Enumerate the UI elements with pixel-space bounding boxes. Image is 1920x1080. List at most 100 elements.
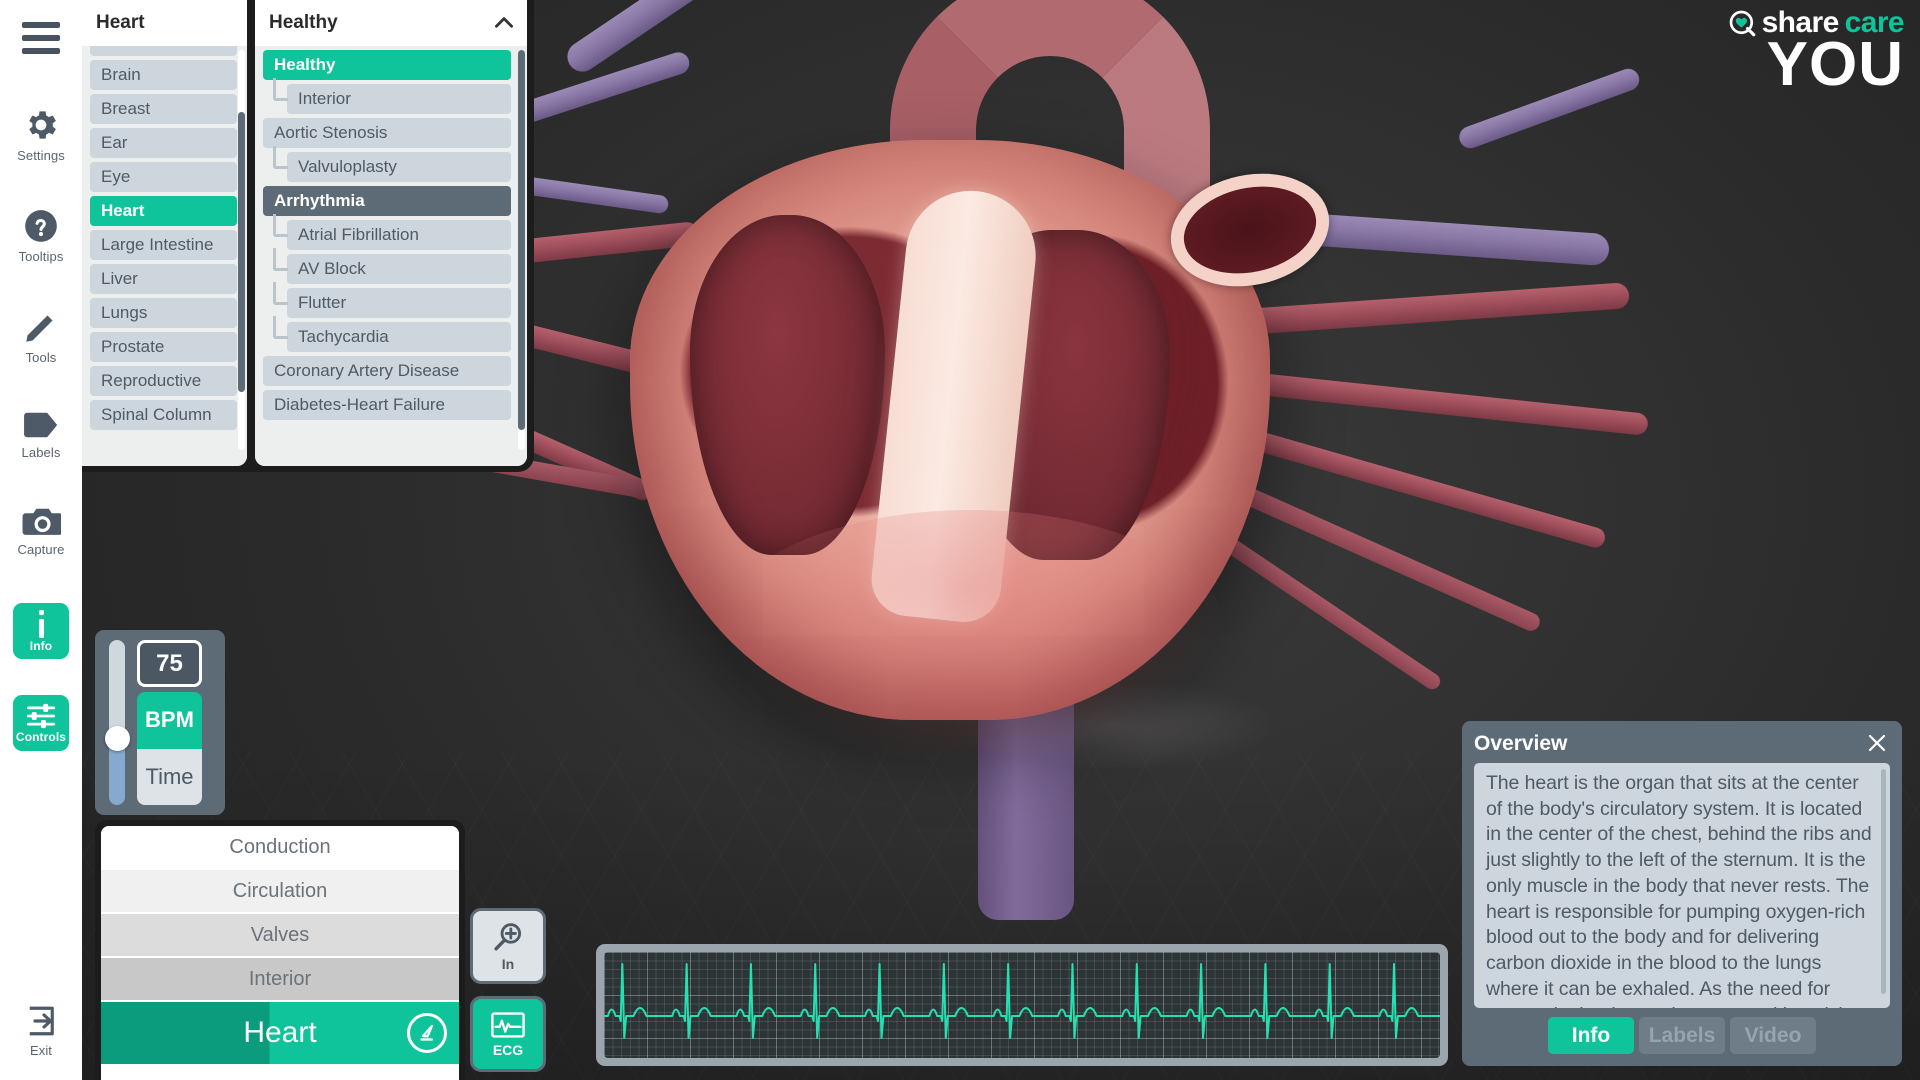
overview-body[interactable]: The heart is the organ that sits at the … [1474,763,1890,1008]
rail-item-controls[interactable]: Controls [0,695,82,751]
overview-title: Overview [1474,732,1567,756]
rate-slider-track[interactable] [109,640,125,805]
ecg-label: ECG [493,1042,523,1058]
layer-item-conduction[interactable]: Conduction [101,826,459,870]
organ-item-prostate[interactable]: Prostate [90,332,237,362]
rail-item-tooltips[interactable]: Tooltips [0,207,82,264]
tag-icon [21,409,61,441]
vessel-branch [1229,370,1649,436]
organ-menu-panel: Heart Bladder Brain Breast Ear Eye Heart… [82,0,247,466]
exit-arrow-icon [23,1003,59,1039]
ecg-button[interactable]: ECG [470,996,546,1072]
bpm-value: 75 [137,640,202,687]
bpm-mode-button[interactable]: BPM [137,692,202,749]
menu-shell: Heart Bladder Brain Breast Ear Eye Heart… [82,0,534,472]
condition-panel-scrollbar[interactable] [518,50,525,450]
organ-item-spinal-column[interactable]: Spinal Column [90,400,237,430]
condition-item-arrhythmia[interactable]: Arrhythmia [263,186,511,216]
condition-panel-title: Healthy [269,12,338,34]
info-button-label: Info [30,639,52,653]
organ-item-lungs[interactable]: Lungs [90,298,237,328]
tab-labels[interactable]: Labels [1639,1017,1725,1054]
rail-item-exit[interactable]: Exit [0,1003,82,1058]
sliders-icon [26,703,56,729]
zoom-in-button[interactable]: In [470,908,546,984]
close-x-icon[interactable] [1864,731,1890,757]
tab-video[interactable]: Video [1730,1017,1816,1054]
rate-slider[interactable] [105,640,128,805]
ecg-screen [604,952,1440,1058]
overview-scrollbar[interactable] [1881,769,1886,994]
condition-item-aortic-stenosis[interactable]: Aortic Stenosis [263,118,511,148]
ecg-waveform-panel[interactable] [596,944,1448,1066]
bpm-time-toggle[interactable]: BPM Time [137,692,202,805]
vessel-branch [1217,420,1607,549]
info-button[interactable]: Info [13,603,69,659]
layer-item-heart[interactable]: Heart [101,1002,459,1064]
organ-item-ear[interactable]: Ear [90,128,237,158]
condition-panel-body[interactable]: Healthy Interior Aortic Stenosis Valvulo… [255,46,527,466]
condition-item-coronary-artery-disease[interactable]: Coronary Artery Disease [263,356,511,386]
apex-highlight [710,510,1230,770]
condition-child-wrap: Tachycardia [263,322,511,352]
condition-child-wrap: Valvuloplasty [263,152,511,182]
hamburger-bar [22,22,60,28]
condition-item-diabetes-heart-failure[interactable]: Diabetes-Heart Failure [263,390,511,420]
rail-item-info[interactable]: Info [0,603,82,659]
rail-item-capture[interactable]: Capture [0,504,82,557]
organ-panel-scrollbar[interactable] [238,50,245,450]
controls-button[interactable]: Controls [13,695,69,751]
condition-item-interior[interactable]: Interior [287,84,511,114]
rail-label: Tooltips [19,249,64,264]
condition-child-wrap: Flutter [263,288,511,318]
pencil-icon [22,308,60,346]
rail-item-settings[interactable]: Settings [0,106,82,163]
tab-info[interactable]: Info [1548,1017,1634,1054]
layer-item-heart-label: Heart [243,1016,316,1050]
rail-item-labels[interactable]: Labels [0,409,82,460]
organ-item-brain[interactable]: Brain [90,60,237,90]
hamburger-bar [22,48,60,54]
layer-item-valves[interactable]: Valves [101,914,459,958]
condition-item-av-block[interactable]: AV Block [287,254,511,284]
condition-menu-panel: Healthy Healthy Interior Aortic Stenosis… [255,0,527,466]
organ-panel-header: Heart [82,0,247,46]
organ-item-eye[interactable]: Eye [90,162,237,192]
organ-item-breast[interactable]: Breast [90,94,237,124]
hamburger-menu-button[interactable] [22,22,60,54]
organ-panel-body[interactable]: Bladder Brain Breast Ear Eye Heart Large… [82,46,247,466]
organ-item-bladder[interactable]: Bladder [90,46,237,56]
condition-item-atrial-fibrillation[interactable]: Atrial Fibrillation [287,220,511,250]
layer-item-interior[interactable]: Interior [101,958,459,1002]
vessel-branch [1229,282,1630,336]
app-root: share care YOU Settings [0,0,1920,1080]
left-tool-rail: Settings Tooltips Tools [0,0,82,1080]
layer-item-circulation[interactable]: Circulation [101,870,459,914]
condition-panel-scrollbar-thumb[interactable] [518,50,525,430]
organ-item-heart[interactable]: Heart [90,196,237,226]
chevron-up-icon[interactable] [491,10,517,36]
info-icon [36,610,47,638]
rail-label: Exit [30,1043,52,1058]
condition-item-valvuloplasty[interactable]: Valvuloplasty [287,152,511,182]
organ-item-large-intestine[interactable]: Large Intestine [90,230,237,260]
rail-label: Settings [17,148,65,163]
organ-item-liver[interactable]: Liver [90,264,237,294]
condition-item-healthy[interactable]: Healthy [263,50,511,80]
overview-text: The heart is the organ that sits at the … [1486,771,1876,1008]
condition-panel-header: Healthy [255,0,527,46]
time-mode-button[interactable]: Time [137,749,202,806]
zoom-in-icon [491,920,525,954]
sharecare-mark-icon [1729,10,1756,37]
organ-item-reproductive[interactable]: Reproductive [90,366,237,396]
pen-slice-icon[interactable] [407,1013,447,1053]
rail-item-tools[interactable]: Tools [0,308,82,365]
condition-item-tachycardia[interactable]: Tachycardia [287,322,511,352]
question-circle-icon [22,207,60,245]
overview-tabs: Info Labels Video [1474,1017,1890,1054]
rate-slider-knob[interactable] [105,726,130,751]
overview-header: Overview [1474,731,1890,757]
ecg-trace [604,952,1440,1058]
organ-panel-scrollbar-thumb[interactable] [238,112,245,392]
condition-item-flutter[interactable]: Flutter [287,288,511,318]
